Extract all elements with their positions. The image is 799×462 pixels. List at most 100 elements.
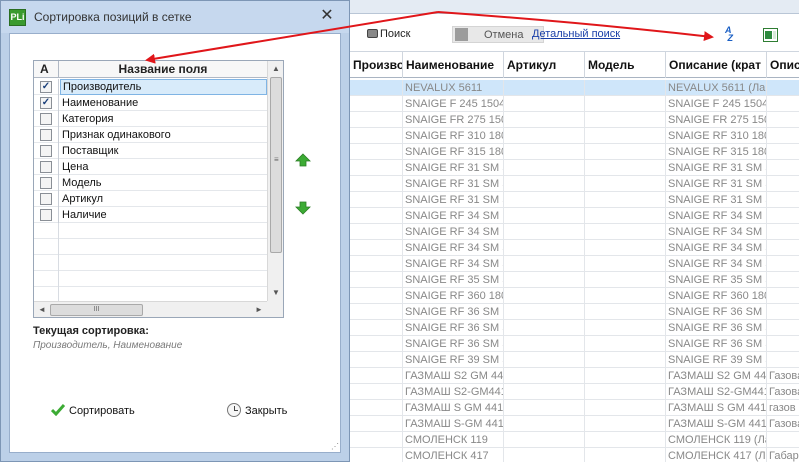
table-cell[interactable]: SNAIGE RF 34 SM S 1 (666, 240, 767, 256)
table-cell[interactable] (504, 96, 585, 112)
table-cell[interactable]: NEVALUX 5611 (403, 80, 504, 96)
table-cell[interactable] (767, 288, 799, 304)
detailed-search-link[interactable]: Детальный поиск (532, 26, 620, 43)
table-cell[interactable] (504, 384, 585, 400)
table-cell[interactable] (585, 176, 666, 192)
field-row[interactable]: Категория (34, 111, 267, 127)
table-cell[interactable] (504, 128, 585, 144)
table-row[interactable]: NEVALUX 5611 NEVALUX 5611 (Лар (350, 80, 799, 96)
table-cell[interactable]: ГАЗМАШ S2-GM441 ( (403, 384, 504, 400)
table-cell[interactable] (350, 96, 403, 112)
table-cell[interactable] (504, 448, 585, 462)
table-row[interactable]: СМОЛЕНСК 417 СМОЛЕНСК 417 (Лар Габар (350, 448, 799, 462)
table-cell[interactable] (504, 400, 585, 416)
table-cell[interactable] (350, 448, 403, 462)
table-cell[interactable] (504, 288, 585, 304)
table-cell[interactable] (350, 416, 403, 432)
table-cell[interactable] (504, 80, 585, 96)
field-row[interactable]: Поставщик (34, 143, 267, 159)
table-cell[interactable] (767, 144, 799, 160)
table-cell[interactable] (767, 128, 799, 144)
table-cell[interactable] (767, 352, 799, 368)
search-button[interactable]: Поиск (367, 26, 410, 43)
table-cell[interactable] (585, 272, 666, 288)
table-row[interactable]: SNAIGE RF 35 SM S 1 SNAIGE RF 35 SM S 1 (350, 272, 799, 288)
table-cell[interactable] (585, 432, 666, 448)
cancel-search-button[interactable]: Отмена (452, 26, 544, 43)
table-cell[interactable]: SNAIGE RF 31 SM S 1 (403, 160, 504, 176)
table-row[interactable]: SNAIGE RF 34 SM S 1 SNAIGE RF 34 SM S 1 (350, 256, 799, 272)
table-cell[interactable] (504, 336, 585, 352)
excel-export-icon[interactable] (763, 28, 778, 42)
table-row[interactable]: SNAIGE RF 39 SM S 1 SNAIGE RF 39 SM S 1 (350, 352, 799, 368)
table-cell[interactable] (350, 256, 403, 272)
table-cell[interactable] (585, 112, 666, 128)
table-cell[interactable]: СМОЛЕНСК 119 (403, 432, 504, 448)
table-row[interactable]: SNAIGE RF 31 SM S 1 SNAIGE RF 31 SM S 1 (350, 160, 799, 176)
table-cell[interactable] (350, 320, 403, 336)
resize-grip-icon[interactable]: ⋰ (331, 442, 340, 451)
table-cell[interactable] (504, 368, 585, 384)
checkbox-checked[interactable]: ✓ (40, 81, 52, 93)
table-cell[interactable]: SNAIGE RF 36 SM S 1 (666, 320, 767, 336)
field-row[interactable]: Наличие (34, 207, 267, 223)
table-row[interactable]: SNAIGE RF 31 SM S 1 SNAIGE RF 31 SM S 1 (350, 192, 799, 208)
table-cell[interactable] (767, 256, 799, 272)
table-cell[interactable] (585, 144, 666, 160)
checkbox-unchecked[interactable] (40, 209, 52, 221)
sort-fields-list[interactable]: A Название поля ✓ Производитель ✓ Наименова… (33, 60, 284, 318)
table-cell[interactable] (585, 320, 666, 336)
vertical-scrollbar[interactable]: ▲ ≡ ▼ (267, 61, 283, 301)
table-cell[interactable] (585, 208, 666, 224)
checkbox-unchecked[interactable] (40, 113, 52, 125)
table-cell[interactable] (350, 352, 403, 368)
table-row[interactable]: SNAIGE RF 34 SM P 1 SNAIGE RF 34 SM P 1 (350, 208, 799, 224)
table-cell[interactable]: ГАЗМАШ S2 GM 441 (403, 368, 504, 384)
table-row[interactable]: SNAIGE RF 34 SM P 1 SNAIGE RF 34 SM P 1 (350, 224, 799, 240)
checkbox-checked[interactable]: ✓ (40, 97, 52, 109)
table-cell[interactable]: СМОЛЕНСК 119 (Лар (666, 432, 767, 448)
table-cell[interactable] (585, 368, 666, 384)
table-cell[interactable]: SNAIGE RF 310 1803 (403, 128, 504, 144)
table-cell[interactable] (350, 400, 403, 416)
table-cell[interactable] (350, 288, 403, 304)
table-cell[interactable] (767, 432, 799, 448)
table-cell[interactable]: SNAIGE RF 31 SM S 1 (403, 192, 504, 208)
table-cell[interactable]: SNAIGE RF 34 SM P 1 (403, 208, 504, 224)
table-cell[interactable]: SNAIGE RF 31 SM S 1 (666, 160, 767, 176)
sort-button[interactable]: Сортировать (51, 403, 135, 419)
checkbox-unchecked[interactable] (40, 177, 52, 189)
scroll-left-icon[interactable]: ◄ (34, 302, 50, 317)
table-row[interactable]: SNAIGE F 245 1504 B SNAIGE F 245 1504 B (350, 96, 799, 112)
table-cell[interactable]: SNAIGE RF 36 SM P 1 (403, 304, 504, 320)
table-cell[interactable] (504, 144, 585, 160)
table-cell[interactable] (767, 240, 799, 256)
horizontal-scrollbar[interactable]: ◄ III ► (34, 301, 267, 317)
table-cell[interactable]: SNAIGE RF 360 1801 (403, 288, 504, 304)
table-cell[interactable] (767, 96, 799, 112)
table-cell[interactable]: SNAIGE RF 34 SM S 1 (666, 256, 767, 272)
table-cell[interactable] (350, 224, 403, 240)
table-cell[interactable]: NEVALUX 5611 (Лар (666, 80, 767, 96)
table-cell[interactable]: SNAIGE RF 39 SM S 1 (666, 352, 767, 368)
table-cell[interactable]: ГАЗМАШ S2-GM441 ( (666, 384, 767, 400)
dialog-titlebar[interactable]: PLi Сортировка позиций в сетке ✕ (1, 1, 349, 33)
field-row[interactable]: Модель (34, 175, 267, 191)
table-cell[interactable] (504, 192, 585, 208)
grid-column-header[interactable]: Модель (585, 52, 666, 78)
table-cell[interactable] (504, 272, 585, 288)
table-cell[interactable] (767, 192, 799, 208)
table-cell[interactable] (504, 208, 585, 224)
grid-column-header[interactable]: Описание (крат (666, 52, 767, 78)
grid-column-header[interactable]: Произво (350, 52, 403, 78)
table-cell[interactable] (350, 240, 403, 256)
vertical-scroll-thumb[interactable]: ≡ (270, 77, 282, 253)
field-row[interactable]: ✓ Наименование (34, 95, 267, 111)
table-cell[interactable] (350, 192, 403, 208)
table-cell[interactable]: SNAIGE RF 31 SM S 1 (666, 176, 767, 192)
table-cell[interactable]: Газова (767, 368, 799, 384)
positions-grid[interactable]: Произво Наименование Артикул Модель Опис… (350, 52, 799, 462)
table-cell[interactable] (767, 160, 799, 176)
table-cell[interactable]: СМОЛЕНСК 417 (Лар (666, 448, 767, 462)
table-cell[interactable] (504, 416, 585, 432)
